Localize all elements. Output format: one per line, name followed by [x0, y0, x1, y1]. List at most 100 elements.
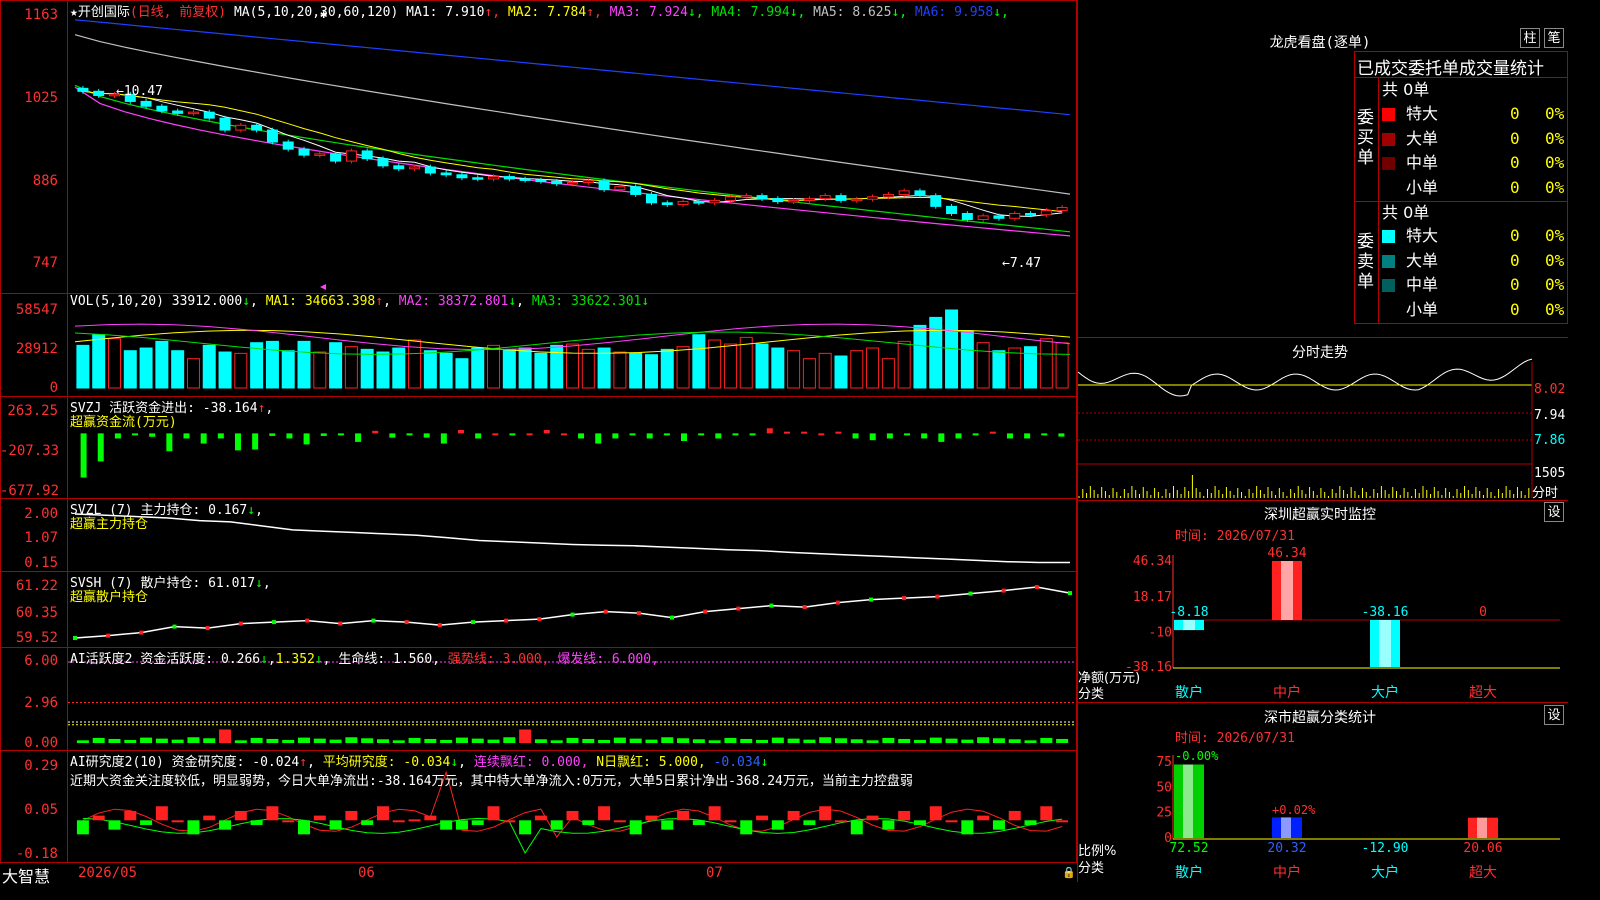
ai2-bar-17: [345, 810, 358, 821]
vol-bar-16: [329, 342, 343, 389]
ai2-bar-22: [424, 815, 437, 821]
svsh-dot-6: [272, 620, 276, 625]
ai2-bar-13: [282, 820, 295, 823]
svzj-bar-40: [766, 428, 773, 434]
svsh-axis-2: 59.52: [15, 630, 58, 646]
ai2-bar-61: [1040, 806, 1053, 821]
ai1-bar-11: [250, 737, 263, 743]
cls-value-label-3: 20.06: [1463, 841, 1502, 856]
svzj-bar-11: [269, 433, 276, 436]
svzj-bar-3: [132, 433, 139, 436]
ai1-bar-23: [440, 739, 453, 743]
ai2-bar-33: [598, 806, 611, 821]
svsh-dot-0: [73, 636, 77, 640]
sz-cat-1: 中户: [1273, 684, 1301, 701]
ai2-bar-40: [708, 806, 721, 821]
ai1-bar-3: [124, 739, 137, 743]
vol-axis-2: 0: [49, 380, 58, 396]
ai1-bar-22: [424, 738, 437, 743]
svsh-dot-25: [902, 596, 907, 601]
candle-body-19: [377, 158, 389, 167]
vol-bar-15: [313, 351, 327, 389]
candle-body-29: [535, 179, 547, 183]
cls-value-label-0: 72.52: [1169, 841, 1208, 856]
ai2-streak: 连续飘红: 0.000,: [473, 755, 589, 770]
ai1-bar-61: [1040, 737, 1053, 743]
ai2-bar-37: [661, 820, 674, 830]
candle-body-57: [977, 215, 989, 220]
main-chart-svg[interactable]: ✱: [0, 0, 1077, 882]
ai1-bar-0: [76, 740, 89, 743]
vol-bar-33: [597, 347, 611, 389]
candle-body-52: [898, 190, 910, 195]
vol-params: VOL(5,10,20): [70, 294, 164, 309]
ai1-bar-45: [787, 738, 800, 743]
ai2-bar-55: [945, 820, 958, 823]
vol-bar-24: [455, 358, 469, 389]
ai1-bar-47: [819, 737, 832, 743]
ai2-bar-15: [313, 815, 326, 821]
vol-bar-6: [171, 350, 185, 389]
svzj-bar-43: [818, 433, 825, 436]
ai1-bar-16: [329, 739, 342, 743]
ai2-bar-16: [329, 820, 342, 830]
vol-value: 33912.000: [171, 294, 243, 309]
svzl-axis-2: 0.15: [24, 555, 58, 571]
ai2-bar-28: [519, 820, 532, 835]
svzj-bar-41: [783, 431, 790, 434]
svsh-dot-3: [172, 624, 177, 629]
ai2-bar-39: [692, 820, 705, 825]
vol-bar-56: [960, 330, 974, 389]
candle-body-17: [345, 150, 357, 162]
ai1-bar-36: [645, 739, 658, 743]
ai1-v2-arrow: ↓: [314, 652, 323, 667]
ai2-bar-5: [155, 806, 168, 821]
candle-body-33: [598, 180, 610, 191]
svzj-bar-4: [149, 433, 156, 437]
ma-value-6: MA6: 9.958: [907, 5, 994, 20]
ai2-bar-32: [582, 820, 595, 825]
vol-axis-1: 28912: [15, 341, 58, 357]
lock-icon[interactable]: 🔒: [1062, 866, 1076, 879]
vol-bar-36: [644, 354, 658, 389]
svzj-bar-6: [183, 433, 190, 439]
ma-arrow-4: ↓,: [789, 5, 806, 20]
svzj-bar-55: [1024, 433, 1031, 439]
svzj-bar-7: [200, 433, 207, 444]
vol-bar-25: [471, 347, 485, 389]
vol-bar-7: [186, 358, 200, 389]
svzj-bar-15: [337, 433, 344, 436]
ma-arrow-6: ↓,: [993, 5, 1009, 20]
candle-body-31: [567, 182, 578, 185]
cls-cat-2: 大户: [1371, 864, 1399, 881]
ai1-bar-2: [108, 738, 121, 743]
ai2-bar-52: [898, 810, 911, 821]
svzj-bar-8: [217, 433, 224, 439]
svsh-dot-4: [205, 626, 210, 631]
svsh-dot-7: [305, 618, 310, 623]
ai1-burst: 爆发线: 6.000,: [557, 652, 659, 667]
vol-bar-54: [929, 316, 943, 389]
svzj-bar-34: [663, 433, 670, 436]
cls-cat-3: 超大: [1469, 865, 1497, 881]
ai1-bar-21: [408, 737, 421, 743]
vol-bar-9: [218, 351, 232, 389]
candle-body-39: [693, 201, 705, 204]
ai1-bar-12: [266, 738, 279, 743]
svzj-bar-37: [715, 433, 722, 439]
vol-bar-44: [771, 347, 785, 389]
candle-body-14: [298, 148, 310, 156]
vol-bar-4: [139, 347, 153, 389]
ai2-header: AI研究度2(10) 资金研究度: -0.024↑, 平均研究度: -0.034…: [70, 755, 769, 770]
sz-bar-shine-1: [1281, 561, 1293, 620]
vol-bar-38: [676, 346, 690, 389]
vol-bar-32: [581, 348, 595, 389]
svsh-dot-19: [703, 609, 708, 614]
svsh-dot-14: [537, 617, 542, 622]
svzj-bar-52: [972, 433, 979, 436]
svzj-bar-44: [835, 431, 842, 434]
svsh-dot-29: [1034, 585, 1039, 589]
ai2-bar-53: [913, 820, 926, 825]
ai2-bar-60: [1024, 820, 1037, 825]
svzj-axis-2: -677.92: [0, 483, 60, 499]
